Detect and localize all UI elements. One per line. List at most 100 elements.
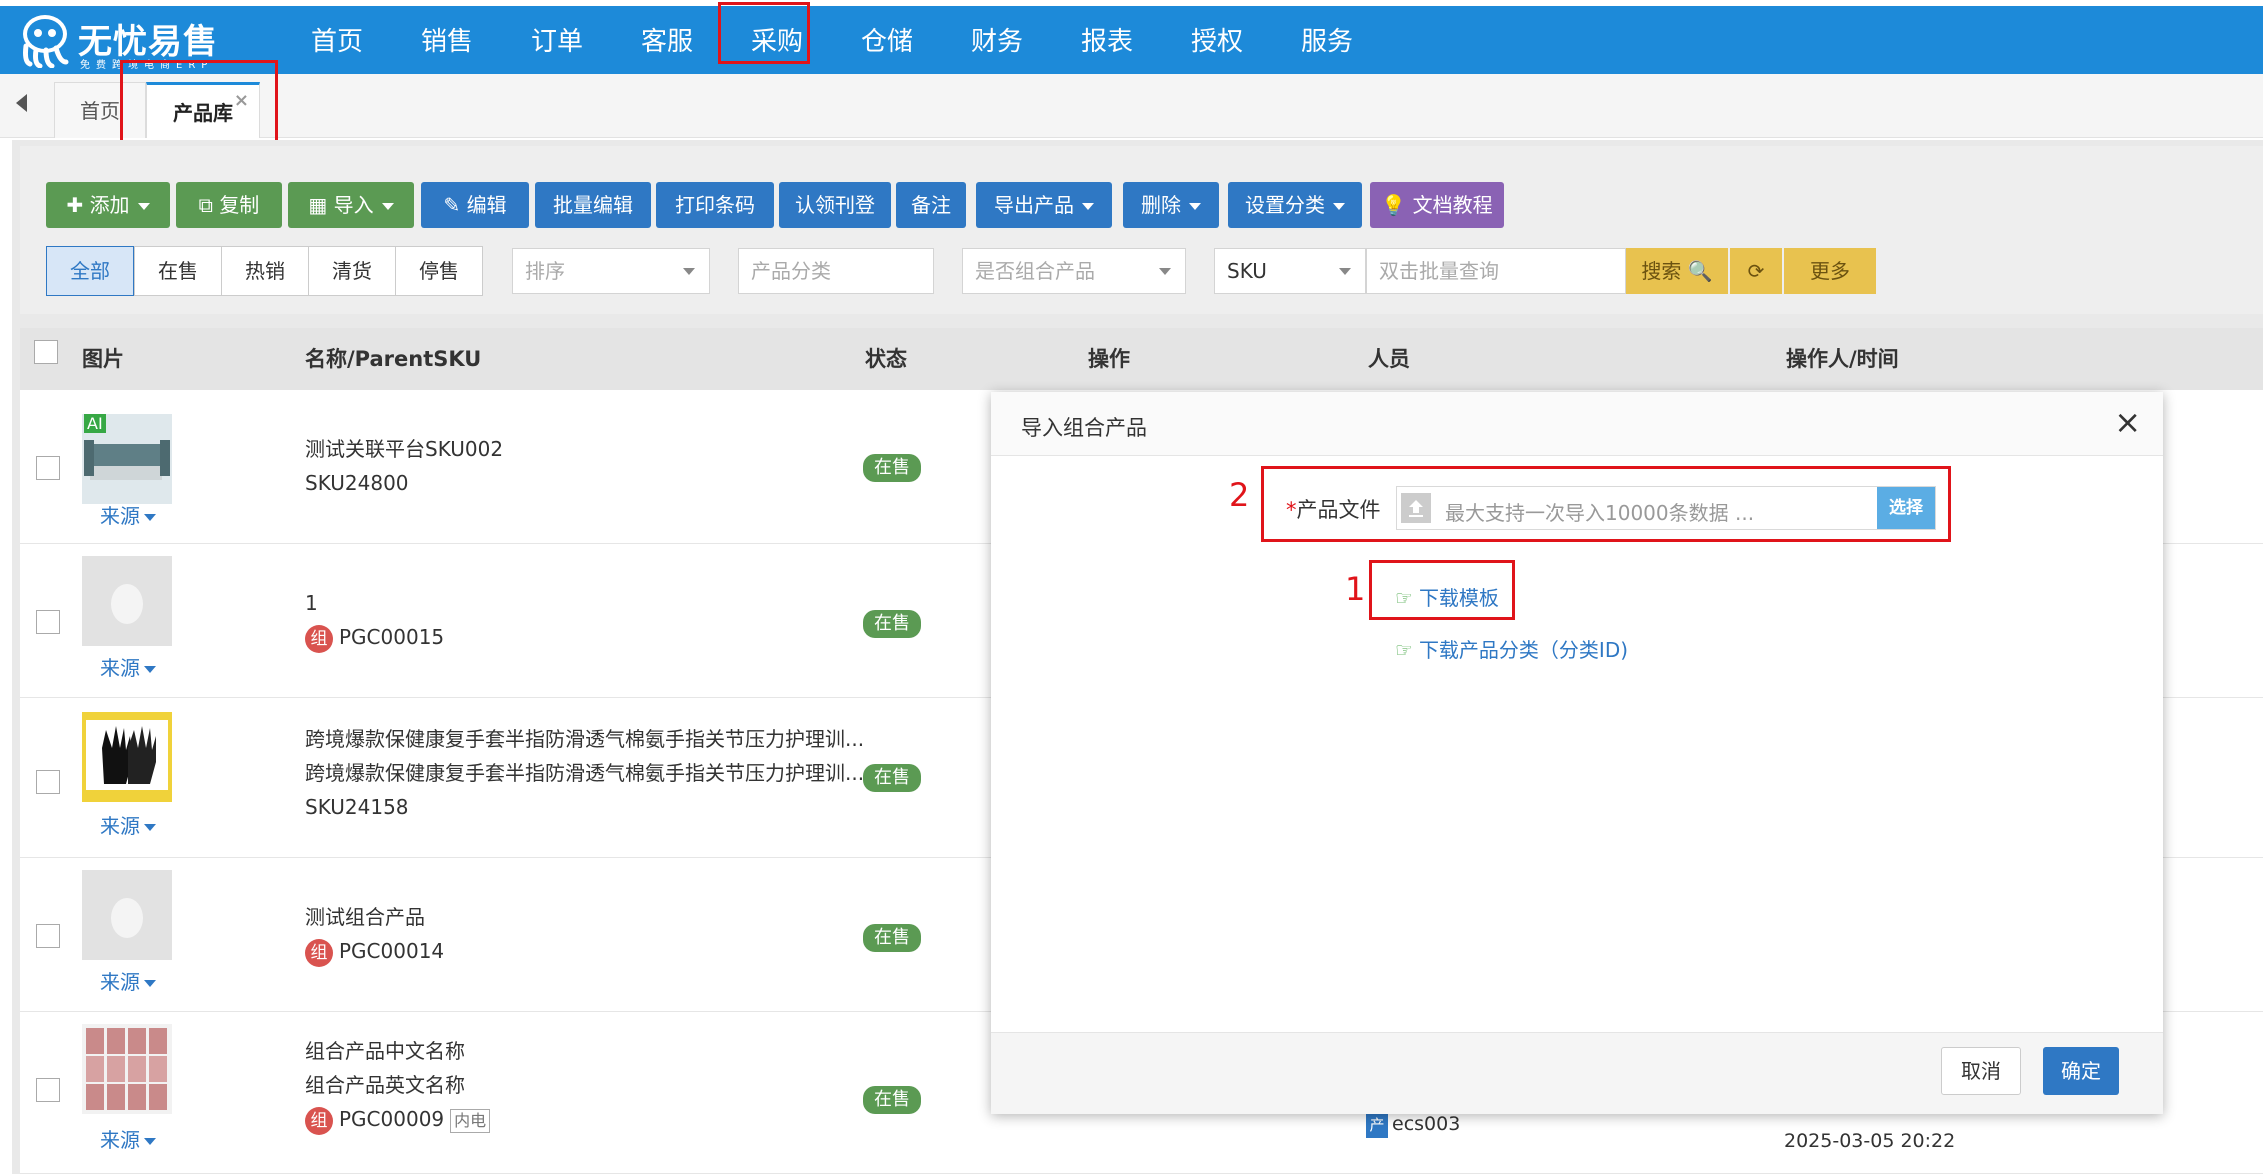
product-file-label: *产品文件: [1286, 498, 1381, 522]
docs-tutorial-button[interactable]: 💡 文档教程: [1370, 182, 1504, 228]
filter-discontinued[interactable]: 停售: [395, 246, 483, 296]
sort-select[interactable]: 排序: [512, 248, 710, 294]
status-badge: 在售: [863, 1086, 921, 1114]
print-barcode-button[interactable]: 打印条码: [656, 182, 774, 228]
row-checkbox[interactable]: [36, 456, 60, 480]
confirm-button[interactable]: 确定: [2043, 1047, 2119, 1095]
nav-orders[interactable]: 订单: [502, 6, 612, 74]
add-button[interactable]: ✚ 添加: [46, 182, 170, 228]
status-badge: 在售: [863, 610, 921, 638]
note-button[interactable]: 备注: [896, 182, 966, 228]
nav-reports[interactable]: 报表: [1052, 6, 1162, 74]
product-thumbnail[interactable]: [82, 870, 172, 960]
upload-icon: [1401, 493, 1431, 523]
dialog-title: 导入组合产品: [1021, 416, 1147, 440]
hand-point-right-icon: ☞: [1395, 586, 1413, 610]
row-time: 2025-03-05 20:22: [1784, 1130, 1956, 1152]
refresh-button[interactable]: ⟳: [1730, 248, 1782, 294]
search-input[interactable]: 双击批量查询: [1366, 248, 1626, 294]
download-template-link[interactable]: ☞ 下载模板: [1395, 582, 1499, 611]
edit-button[interactable]: ✎ 编辑: [421, 182, 529, 228]
source-dropdown[interactable]: 来源: [100, 966, 156, 995]
highlight-purchasing: [718, 2, 810, 64]
source-dropdown[interactable]: 来源: [100, 500, 156, 529]
nav-warehouse[interactable]: 仓储: [832, 6, 942, 74]
row-checkbox[interactable]: [36, 924, 60, 948]
delete-button[interactable]: 删除: [1123, 182, 1219, 228]
filter-on-sale[interactable]: 在售: [134, 246, 222, 296]
filter-hot[interactable]: 热销: [221, 246, 309, 296]
product-thumbnail[interactable]: [82, 1024, 172, 1114]
col-image: 图片: [82, 347, 124, 371]
filter-all[interactable]: 全部: [46, 246, 134, 296]
combo-badge: 组: [305, 938, 333, 967]
product-thumbnail[interactable]: [82, 556, 172, 646]
status-badge: 在售: [863, 454, 921, 482]
search-icon: 🔍: [1687, 259, 1713, 283]
tab-scroll-left-icon[interactable]: [16, 94, 27, 112]
ai-badge: AI: [84, 414, 106, 433]
main-nav: 首页 销售 订单 客服 采购 仓储 财务 报表 授权 服务: [282, 6, 1382, 74]
category-input[interactable]: 产品分类: [738, 248, 934, 294]
choose-file-button[interactable]: 选择: [1877, 487, 1935, 529]
chevron-down-icon: [1082, 203, 1094, 210]
edit-icon: ✎: [443, 193, 461, 217]
canned-food-image: [86, 1028, 167, 1110]
search-button[interactable]: 搜索 🔍: [1626, 248, 1728, 294]
col-operator-time: 操作人/时间: [1786, 347, 1899, 371]
source-dropdown[interactable]: 来源: [100, 1124, 156, 1153]
app-logo[interactable]: 无忧易售 免费跨境电商ERP: [16, 12, 217, 71]
row-checkbox[interactable]: [36, 770, 60, 794]
search-field-select[interactable]: SKU: [1214, 248, 1366, 294]
chevron-down-icon: [1189, 203, 1201, 210]
source-dropdown[interactable]: 来源: [100, 810, 156, 839]
combo-product-select[interactable]: 是否组合产品: [962, 248, 1186, 294]
product-name: 测试组合产品 组 PGC00014: [305, 900, 444, 968]
product-name: 跨境爆款保健康复手套半指防滑透气棉氨手指关节压力护理训... 跨境爆款保健康复手…: [305, 727, 865, 819]
download-category-link[interactable]: ☞ 下载产品分类（分类ID): [1395, 634, 1628, 663]
product-person-icon: 产: [1366, 1112, 1388, 1138]
product-file-input[interactable]: 最大支持一次导入10000条数据 ... 选择: [1396, 486, 1936, 530]
close-icon[interactable]: ×: [2114, 406, 2141, 438]
cancel-button[interactable]: 取消: [1941, 1047, 2021, 1095]
set-category-button[interactable]: 设置分类: [1228, 182, 1362, 228]
dialog-header: 导入组合产品 ×: [991, 392, 2163, 456]
status-badge: 在售: [863, 764, 921, 792]
claim-publish-button[interactable]: 认领刊登: [779, 182, 891, 228]
col-name-sku: 名称/ParentSKU: [305, 347, 482, 371]
row-person: 产 ecs003: [1366, 1112, 1460, 1138]
combo-badge: 组: [305, 1106, 333, 1135]
nav-authorization[interactable]: 授权: [1162, 6, 1272, 74]
more-button[interactable]: 更多: [1784, 248, 1876, 294]
status-badge: 在售: [863, 924, 921, 952]
copy-button[interactable]: ⧉ 复制: [176, 182, 282, 228]
export-products-button[interactable]: 导出产品: [976, 182, 1112, 228]
nav-finance[interactable]: 财务: [942, 6, 1052, 74]
chevron-down-icon: [683, 268, 695, 275]
product-name: 组合产品中文名称 组合产品英文名称 组 PGC00009 内电: [305, 1034, 491, 1136]
nav-home[interactable]: 首页: [282, 6, 392, 74]
col-people: 人员: [1368, 347, 1410, 371]
product-name: 1 组 PGC00015: [305, 586, 444, 654]
source-dropdown[interactable]: 来源: [100, 652, 156, 681]
import-button[interactable]: ▦ 导入: [288, 182, 414, 228]
col-status: 状态: [865, 347, 907, 371]
dialog-footer: 取消 确定: [991, 1032, 2163, 1114]
battery-tag: 内电: [450, 1109, 491, 1133]
batch-edit-button[interactable]: 批量编辑: [535, 182, 651, 228]
product-name: 测试关联平台SKU002 SKU24800: [305, 437, 504, 495]
select-all-checkbox[interactable]: [34, 340, 58, 364]
row-checkbox[interactable]: [36, 1078, 60, 1102]
product-thumbnail[interactable]: [82, 712, 172, 802]
import-combo-product-dialog: 导入组合产品 × 2 *产品文件 最大支持一次导入10000条数据 ... 选择…: [991, 392, 2163, 1114]
row-checkbox[interactable]: [36, 610, 60, 634]
annotation-number-2: 2: [1229, 476, 1250, 514]
mask-placeholder-image: [111, 584, 143, 624]
product-thumbnail[interactable]: AI: [82, 414, 172, 504]
nav-customer-service[interactable]: 客服: [612, 6, 722, 74]
nav-sales[interactable]: 销售: [392, 6, 502, 74]
hand-point-right-icon: ☞: [1395, 638, 1413, 662]
filter-clearance[interactable]: 清货: [308, 246, 396, 296]
table-header: 图片 名称/ParentSKU 状态 操作 人员 操作人/时间: [20, 328, 2263, 390]
nav-service[interactable]: 服务: [1272, 6, 1382, 74]
